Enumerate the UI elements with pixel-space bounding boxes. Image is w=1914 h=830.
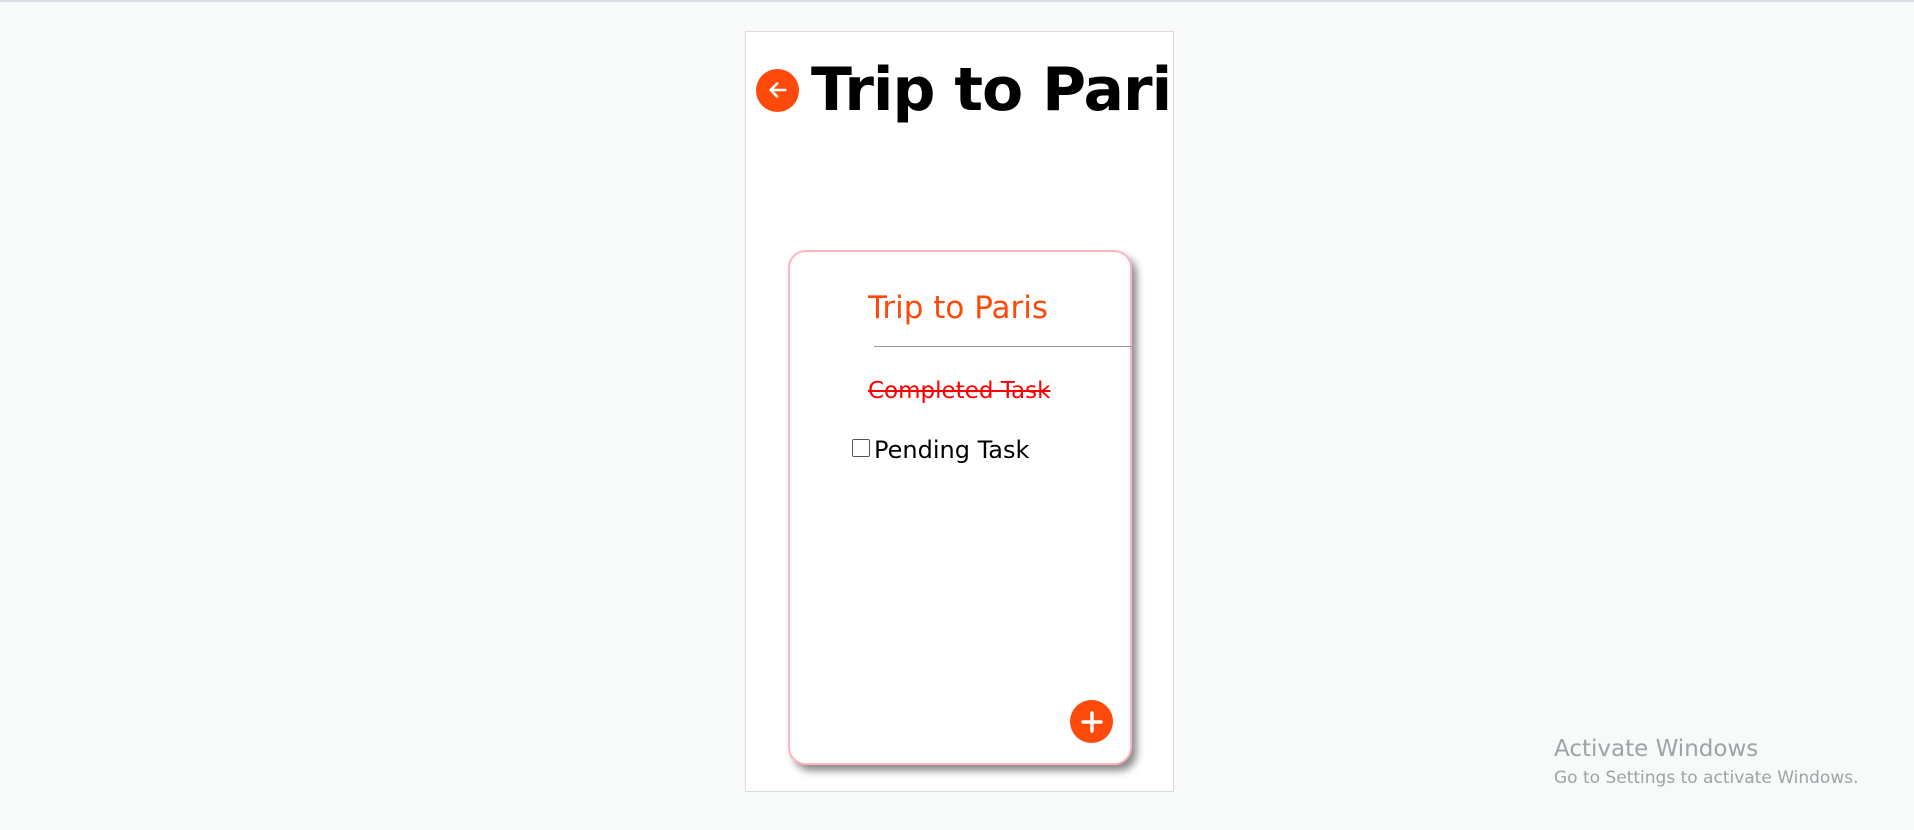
pending-task: Pending Task <box>852 436 1029 464</box>
page-title: Trip to Paris <box>811 55 1174 125</box>
page-header: Trip to Paris <box>756 55 1174 125</box>
app-frame: Trip to Paris Trip to Paris Completed Ta… <box>745 31 1174 792</box>
card-title: Trip to Paris <box>868 290 1049 326</box>
pending-task-label: Pending Task <box>874 436 1030 464</box>
completed-task[interactable]: Completed Task <box>868 378 1050 404</box>
watermark-subtitle: Go to Settings to activate Windows. <box>1554 767 1859 788</box>
arrow-left-icon <box>768 82 787 98</box>
add-task-button[interactable] <box>1070 700 1113 743</box>
plus-icon <box>1080 710 1103 733</box>
card-divider <box>874 346 1132 347</box>
windows-activation-watermark: Activate Windows Go to Settings to activ… <box>1554 736 1859 788</box>
task-checkbox[interactable] <box>852 439 870 457</box>
task-list-card: Trip to Paris Completed Task Pending Tas… <box>788 250 1132 765</box>
browser-top-border <box>0 0 1914 2</box>
back-button[interactable] <box>756 68 799 112</box>
watermark-title: Activate Windows <box>1554 736 1759 762</box>
